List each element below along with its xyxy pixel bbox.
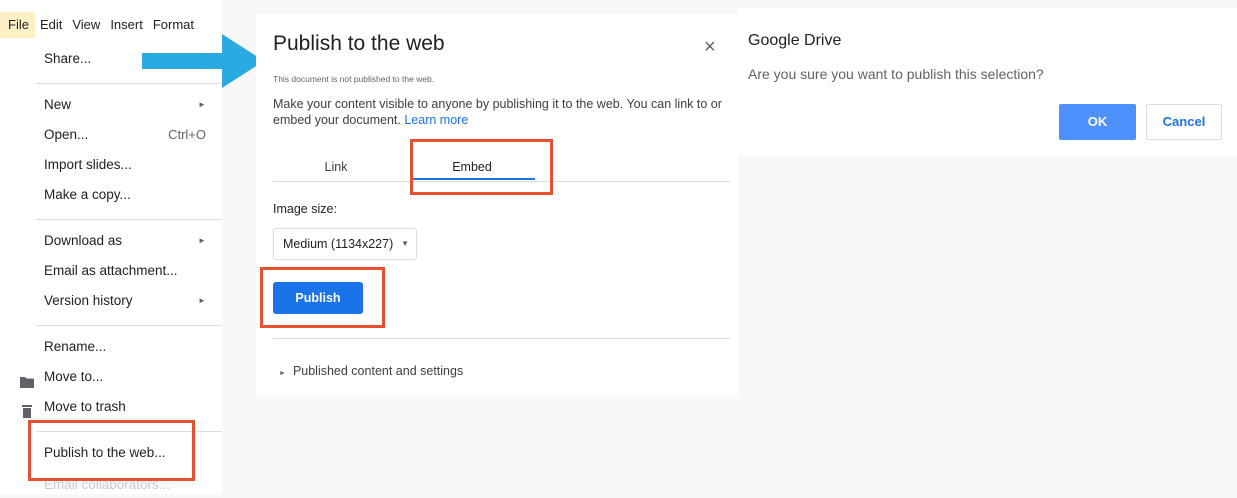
cancel-button[interactable]: Cancel [1146, 104, 1222, 140]
menu-item-open[interactable]: Open... Ctrl+O [0, 122, 222, 148]
menu-item-label: Make a copy... [44, 187, 131, 202]
menu-item-label: Open... [44, 127, 89, 142]
dropdown-caret-icon: ▼ [401, 239, 409, 248]
menu-item-label: Email as attachment... [44, 263, 178, 278]
menu-divider [36, 325, 222, 326]
publish-dialog: Publish to the web × This document is no… [256, 14, 738, 396]
confirm-dialog: Google Drive Are you sure you want to pu… [738, 8, 1237, 155]
published-settings-expander[interactable]: ► Published content and settings [279, 364, 463, 378]
menu-item-label: Download as [44, 233, 123, 248]
description-text: Make your content visible to anyone by p… [273, 97, 722, 127]
ok-button[interactable]: OK [1059, 104, 1136, 140]
highlight-box-publish-button [260, 267, 385, 328]
menu-item-label: Import slides... [44, 157, 132, 172]
menu-item-new[interactable]: New ► [0, 92, 222, 118]
confirm-title: Google Drive [748, 32, 842, 49]
menu-item-label: Share... [44, 51, 92, 66]
publish-status-note: This document is not published to the we… [273, 74, 435, 84]
learn-more-link[interactable]: Learn more [404, 113, 468, 127]
menu-item-make-copy[interactable]: Make a copy... [0, 182, 222, 208]
image-size-select[interactable]: Medium (1134x227) ▼ [273, 228, 417, 260]
image-size-value: Medium (1134x227) [283, 237, 394, 251]
menu-item-rename[interactable]: Rename... [0, 334, 222, 360]
arrow-right-icon [142, 34, 264, 88]
dialog-description: Make your content visible to anyone by p… [273, 96, 728, 128]
menu-item-move-to-trash[interactable]: Move to trash [0, 394, 222, 420]
tab-link[interactable]: Link [306, 160, 366, 174]
menu-item-label: Move to trash [44, 399, 126, 414]
submenu-arrow-icon: ► [198, 296, 206, 305]
menubar-edit[interactable]: Edit [35, 12, 67, 38]
menu-item-shortcut: Ctrl+O [168, 127, 206, 142]
menu-item-label: Rename... [44, 339, 107, 354]
menubar-file[interactable]: File [0, 12, 35, 38]
highlight-box-publish-menu [28, 420, 195, 481]
menu-item-email-attachment[interactable]: Email as attachment... [0, 258, 222, 284]
menu-item-import-slides[interactable]: Import slides... [0, 152, 222, 178]
confirm-message: Are you sure you want to publish this se… [748, 66, 1044, 82]
submenu-arrow-icon: ► [198, 100, 206, 109]
image-size-label: Image size: [273, 202, 337, 216]
menubar-view[interactable]: View [67, 12, 105, 38]
menu-item-download-as[interactable]: Download as ► [0, 228, 222, 254]
menu-item-label: Move to... [44, 369, 104, 384]
menu-item-label: New [44, 97, 72, 112]
expander-label: Published content and settings [292, 364, 464, 378]
dialog-title: Publish to the web [273, 32, 445, 55]
menu-item-move-to[interactable]: Move to... [0, 364, 222, 390]
close-icon[interactable]: × [704, 36, 716, 59]
highlight-box-embed-tab [410, 139, 553, 195]
dialog-divider [273, 338, 730, 339]
menu-item-label: Version history [44, 293, 133, 308]
expand-triangle-icon: ► [279, 370, 286, 377]
submenu-arrow-icon: ► [198, 236, 206, 245]
menu-divider [36, 219, 222, 220]
menu-item-version-history[interactable]: Version history ► [0, 288, 222, 314]
